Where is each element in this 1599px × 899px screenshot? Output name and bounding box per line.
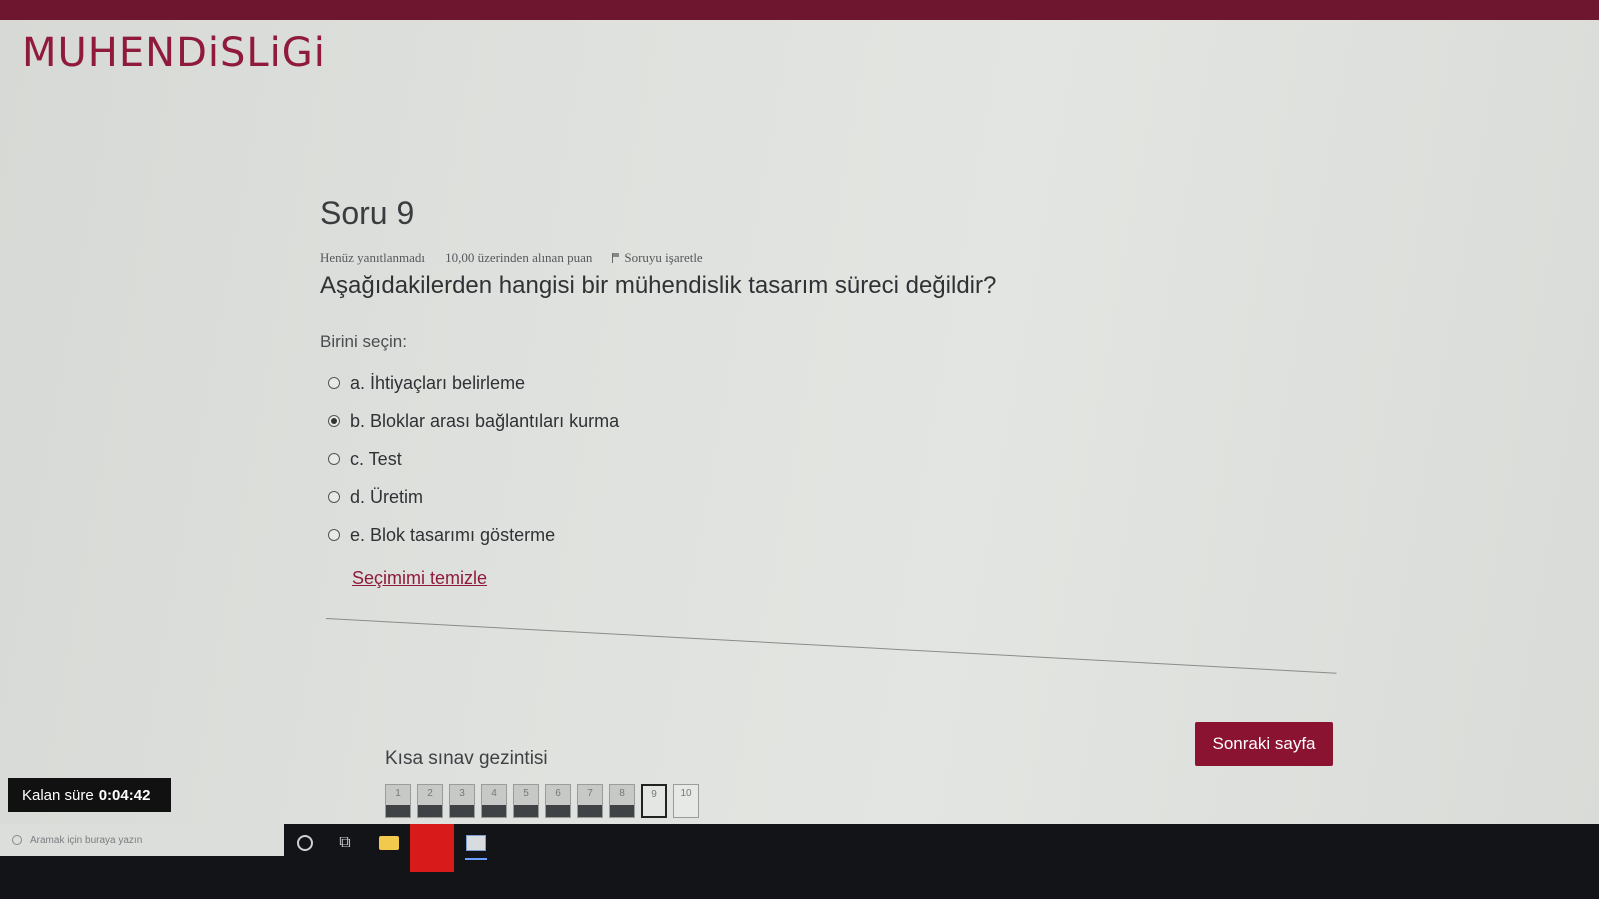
- radio-icon[interactable]: [328, 453, 340, 465]
- nav-number: 8: [619, 788, 625, 799]
- nav-question-3[interactable]: 3: [449, 784, 475, 818]
- answer-option-d[interactable]: d. Üretim: [320, 478, 1350, 516]
- windows-taskbar: Aramak için buraya yazın ⧉: [0, 824, 1599, 899]
- answer-option-b[interactable]: b. Bloklar arası bağlantıları kurma: [320, 402, 1350, 440]
- file-explorer-icon[interactable]: [378, 832, 400, 854]
- nav-number: 7: [587, 788, 593, 799]
- answer-option-label: a. İhtiyaçları belirleme: [350, 372, 526, 393]
- answer-option-c[interactable]: c. Test: [320, 440, 1350, 478]
- nav-number: 10: [680, 788, 692, 799]
- radio-icon[interactable]: [328, 491, 340, 503]
- answer-option-a[interactable]: a. İhtiyaçları belirleme: [320, 364, 1350, 402]
- answer-option-e[interactable]: e. Blok tasarımı gösterme: [320, 516, 1350, 554]
- flag-question-link[interactable]: Soruyu işaretle: [612, 250, 703, 266]
- clear-selection-link[interactable]: Seçimimi temizle: [352, 568, 487, 589]
- quiz-navigation: 1 2 3 4 5 6 7 8 9 10: [385, 784, 699, 818]
- nav-number: 3: [459, 788, 465, 799]
- nav-number: 6: [555, 788, 561, 799]
- red-app-icon[interactable]: [410, 824, 454, 872]
- nav-number: 1: [395, 788, 401, 799]
- next-page-button[interactable]: Sonraki sayfa: [1195, 722, 1333, 766]
- question-text: Aşağıdakilerden hangisi bir mühendislik …: [320, 272, 997, 299]
- radio-icon[interactable]: [328, 377, 340, 389]
- nav-question-5[interactable]: 5: [513, 784, 539, 818]
- remaining-time: Kalan süre 0:04:42: [8, 778, 171, 812]
- nav-number: 4: [491, 788, 497, 799]
- choose-label: Birini seçin:: [320, 332, 407, 351]
- nav-number: 5: [523, 788, 529, 799]
- top-bar: [0, 0, 1599, 20]
- nav-question-4[interactable]: 4: [481, 784, 507, 818]
- nav-number: 9: [651, 789, 657, 800]
- cortana-icon[interactable]: [294, 832, 316, 854]
- nav-question-7[interactable]: 7: [577, 784, 603, 818]
- quiz-navigation-title: Kısa sınav gezintisi: [385, 748, 548, 769]
- timer-label: Kalan süre: [22, 786, 94, 804]
- answer-options: a. İhtiyaçları belirleme b. Bloklar aras…: [320, 364, 1350, 554]
- search-placeholder: Aramak için buraya yazın: [30, 834, 143, 846]
- nav-question-6[interactable]: 6: [545, 784, 571, 818]
- search-icon: [12, 835, 22, 845]
- nav-number: 2: [427, 788, 433, 799]
- answer-option-label: b. Bloklar arası bağlantıları kurma: [350, 410, 620, 431]
- taskbar-search-input[interactable]: Aramak için buraya yazın: [0, 824, 284, 856]
- nav-question-8[interactable]: 8: [609, 784, 635, 818]
- site-brand[interactable]: MUHENDiSLiGi: [22, 30, 326, 76]
- flag-icon: [612, 253, 620, 263]
- task-view-icon[interactable]: ⧉: [334, 832, 356, 854]
- flag-question-label: Soruyu işaretle: [624, 250, 703, 265]
- nav-question-2[interactable]: 2: [417, 784, 443, 818]
- divider: [325, 618, 1337, 674]
- nav-question-9[interactable]: 9: [641, 784, 667, 818]
- answer-option-label: d. Üretim: [350, 486, 424, 507]
- question-title: Soru 9: [320, 195, 415, 231]
- timer-value: 0:04:42: [98, 786, 151, 804]
- nav-question-10[interactable]: 10: [673, 784, 699, 818]
- answer-option-label: c. Test: [350, 448, 402, 469]
- question-status: Henüz yanıtlanmadı: [320, 250, 426, 265]
- question-meta: Henüz yanıtlanmadı 10,00 üzerinden alına…: [320, 250, 1350, 266]
- radio-checked-icon[interactable]: [328, 415, 340, 427]
- answer-option-label: e. Blok tasarımı gösterme: [350, 524, 556, 545]
- browser-app-icon[interactable]: [465, 832, 487, 860]
- question-points: 10,00 üzerinden alınan puan: [445, 250, 593, 265]
- radio-icon[interactable]: [328, 529, 340, 541]
- nav-question-1[interactable]: 1: [385, 784, 411, 818]
- question-panel: Soru 9 Henüz yanıtlanmadı 10,00 üzerinde…: [320, 195, 1350, 589]
